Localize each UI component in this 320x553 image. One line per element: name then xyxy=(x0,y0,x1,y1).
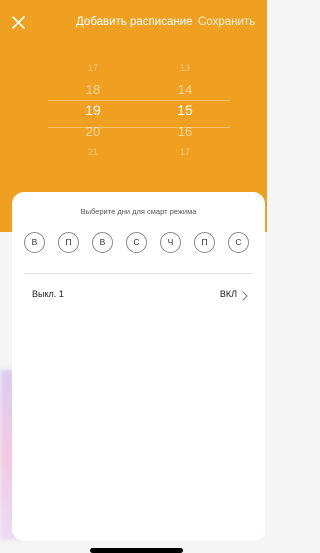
close-icon xyxy=(12,16,25,29)
hour-option[interactable]: 21 xyxy=(68,142,118,163)
day-toggle-fri[interactable]: Ч xyxy=(160,232,181,253)
day-toggle-sat[interactable]: П xyxy=(194,232,215,253)
day-toggle-mon[interactable]: В xyxy=(24,232,45,253)
minute-picker[interactable]: 13 14 15 16 17 xyxy=(160,58,210,163)
hour-option[interactable]: 20 xyxy=(68,121,118,142)
hour-option[interactable]: 18 xyxy=(68,79,118,100)
smart-mode-card: Выберите дни для смарт режима В П В С Ч … xyxy=(12,192,265,541)
hour-option[interactable]: 17 xyxy=(68,58,118,79)
hour-picker[interactable]: 17 18 19 20 21 xyxy=(68,58,118,163)
chevron-right-icon xyxy=(242,291,248,301)
divider xyxy=(24,273,253,274)
days-prompt: Выберите дни для смарт режима xyxy=(80,207,197,216)
save-button[interactable]: Сохранить xyxy=(198,16,264,28)
close-button[interactable] xyxy=(10,14,28,32)
day-toggle-wed[interactable]: В xyxy=(92,232,113,253)
minute-option[interactable]: 14 xyxy=(160,79,210,100)
weekday-selector: В П В С Ч П С xyxy=(24,232,267,254)
mode-state: ВКЛ xyxy=(219,289,237,299)
day-toggle-sun[interactable]: С xyxy=(228,232,249,253)
mode-row[interactable]: Выкл. 1 ВКЛ xyxy=(24,289,253,303)
minute-option[interactable]: 13 xyxy=(160,58,210,79)
mode-label: Выкл. 1 xyxy=(32,289,64,299)
hour-option-selected[interactable]: 19 xyxy=(68,100,118,121)
home-indicator xyxy=(90,548,183,553)
minute-option[interactable]: 17 xyxy=(160,142,210,163)
day-toggle-thu[interactable]: С xyxy=(126,232,147,253)
page-title: Добавить расписание xyxy=(76,16,193,28)
minute-option[interactable]: 16 xyxy=(160,121,210,142)
day-toggle-tue[interactable]: П xyxy=(58,232,79,253)
minute-option-selected[interactable]: 15 xyxy=(160,100,210,121)
